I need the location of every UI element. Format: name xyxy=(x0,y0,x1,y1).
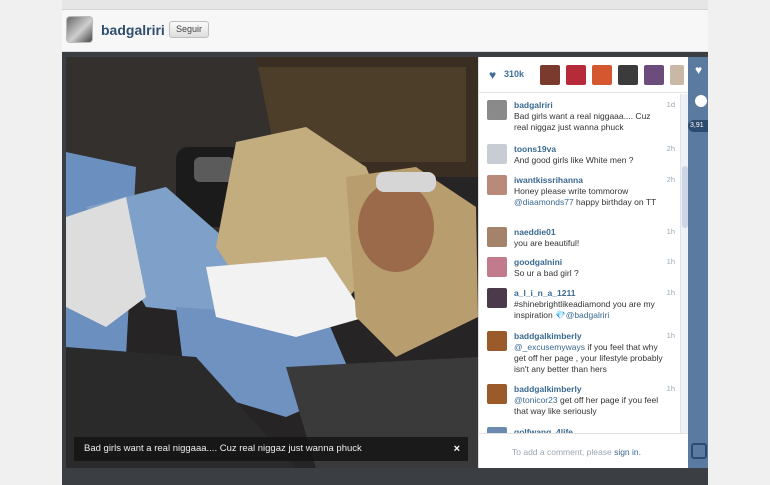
top-nav-bar xyxy=(62,0,708,10)
photo-illustration xyxy=(66,57,478,468)
comment-time: 1h xyxy=(666,257,675,266)
next-post-count: 3,91 xyxy=(688,120,708,132)
comment-username[interactable]: a_l_i_n_a_1211 xyxy=(514,288,575,298)
add-comment-text: To add a comment, please xyxy=(512,447,615,457)
liker-avatar[interactable] xyxy=(566,65,586,85)
comment-text: @_excusemyways if you feel that why get … xyxy=(514,342,664,375)
comment-time: 1d xyxy=(666,100,675,109)
next-post-panel[interactable]: ♥ 3,91 xyxy=(688,57,708,468)
comment-text: So ur a bad girl ? xyxy=(514,268,579,278)
comment-username[interactable]: baddgalkimberly xyxy=(514,384,582,394)
comment-username[interactable]: iwantkissrihanna xyxy=(514,175,583,185)
profile-avatar[interactable] xyxy=(66,16,93,43)
browser-margin-right xyxy=(708,0,770,485)
comment-text: @tonicor23 get off her page if you feel … xyxy=(514,395,664,417)
photo-caption: Bad girls want a real niggaaa.... Cuz re… xyxy=(84,443,362,454)
comment-avatar[interactable] xyxy=(487,100,507,120)
comment-text: you are beautiful! xyxy=(514,238,580,248)
profile-username[interactable]: badgalriri xyxy=(101,22,165,38)
comment-time: 1h xyxy=(666,384,675,393)
heart-icon: ♥ xyxy=(695,63,703,77)
comment-avatar[interactable] xyxy=(487,175,507,195)
comment-username[interactable]: badgalriri xyxy=(514,100,553,110)
comment-avatar[interactable] xyxy=(487,288,507,308)
sign-in-link[interactable]: sign in. xyxy=(614,447,641,457)
post-photo[interactable]: Bad girls want a real niggaaa.... Cuz re… xyxy=(66,57,478,468)
browser-margin-left xyxy=(0,0,62,485)
comment-avatar[interactable] xyxy=(487,257,507,277)
comment-username[interactable]: baddgalkimberly xyxy=(514,331,582,341)
add-comment-prompt: To add a comment, please sign in. xyxy=(479,433,689,468)
comment-time: 2h xyxy=(666,144,675,153)
comment-bubble-icon xyxy=(695,95,707,107)
comment-avatar[interactable] xyxy=(487,331,507,351)
comments-list: badgalriri 1d Bad girls want a real nigg… xyxy=(479,94,679,434)
comment-time: 1h xyxy=(666,288,675,297)
liker-avatar[interactable] xyxy=(540,65,560,85)
comment-username[interactable]: naeddie01 xyxy=(514,227,556,237)
liker-avatar[interactable] xyxy=(618,65,638,85)
liker-avatar[interactable] xyxy=(670,65,684,85)
comment-time: 1h xyxy=(666,227,675,236)
comment-avatar[interactable] xyxy=(487,384,507,404)
liker-avatar[interactable] xyxy=(644,65,664,85)
comment-mention[interactable]: @badgalriri xyxy=(566,310,610,320)
comment-text: And good girls like White men ? xyxy=(514,155,634,165)
likes-count[interactable]: 310k xyxy=(504,69,524,79)
comment-text-part: Honey please write tommorow xyxy=(514,186,629,196)
camera-icon xyxy=(691,443,707,459)
liker-avatar[interactable] xyxy=(592,65,612,85)
follow-button[interactable]: Seguir xyxy=(169,21,210,38)
likes-row: ♥ 310k xyxy=(479,57,689,93)
comment-avatar[interactable] xyxy=(487,144,507,164)
comment-text: #shinebrightlikeadiamond you are my insp… xyxy=(514,299,664,321)
comment-time: 2h xyxy=(666,175,675,184)
photo-modal: Bad girls want a real niggaaa.... Cuz re… xyxy=(62,52,708,485)
photo-caption-bar: Bad girls want a real niggaaa.... Cuz re… xyxy=(74,437,468,461)
comment-mention[interactable]: @tonicor23 xyxy=(514,395,558,405)
comment-text-part: happy birthday on TT xyxy=(573,197,657,207)
comment-mention[interactable]: @diaamonds77 xyxy=(514,197,574,207)
comment-username[interactable]: goodgalnini xyxy=(514,257,562,267)
comment-time: 1h xyxy=(666,331,675,340)
comments-panel: ♥ 310k badgalriri 1d Bad girls want a re… xyxy=(478,57,689,468)
comment-text: Honey please write tommorow @diaamonds77… xyxy=(514,186,664,208)
comment-mention[interactable]: @_excusemyways xyxy=(514,342,585,352)
comment-text: Bad girls want a real niggaaa.... Cuz re… xyxy=(514,111,651,132)
profile-header: badgalriri Seguir xyxy=(62,10,708,52)
comments-scrollbar[interactable] xyxy=(680,94,688,434)
heart-icon[interactable]: ♥ xyxy=(489,68,496,82)
comment-avatar[interactable] xyxy=(487,227,507,247)
close-icon[interactable]: × xyxy=(454,437,460,461)
comment-username[interactable]: toons19va xyxy=(514,144,556,154)
instagram-page: badgalriri Seguir Bad girls want a real … xyxy=(62,0,708,485)
